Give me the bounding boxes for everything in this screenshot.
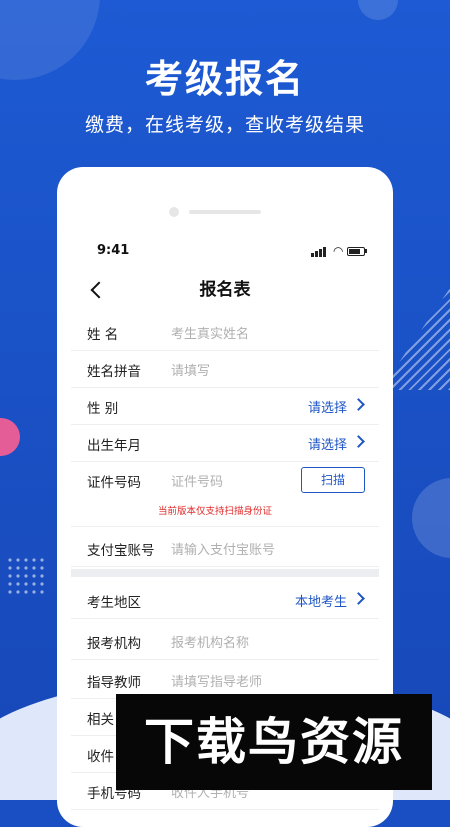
battery-icon <box>347 247 365 256</box>
field-label: 姓名拼音 <box>87 364 141 380</box>
org-input[interactable]: 报考机构名称 <box>171 632 249 651</box>
form-row-alipay[interactable]: 支付宝账号 请输入支付宝账号 <box>71 529 379 567</box>
chevron-right-icon[interactable] <box>352 398 365 411</box>
field-label: 证件号码 <box>87 475 141 491</box>
page-title: 报名表 <box>199 280 251 300</box>
region-select[interactable]: 本地考生 <box>295 591 347 610</box>
camera-dot <box>169 207 179 217</box>
form-row-name[interactable]: 姓 名 考生真实姓名 <box>71 313 379 351</box>
wifi-icon: ◠ <box>333 244 344 258</box>
form-row-gender[interactable]: 性 别 请选择 <box>71 387 379 425</box>
field-label: 指导教师 <box>87 675 141 691</box>
field-label: 支付宝账号 <box>87 543 155 559</box>
decor-pink-dot <box>0 418 20 456</box>
field-label: 考生地区 <box>87 595 141 611</box>
status-icons: ◠ <box>311 245 367 257</box>
gender-select[interactable]: 请选择 <box>308 397 347 416</box>
status-time: 9:41 <box>97 243 130 258</box>
signal-icon <box>311 253 314 257</box>
decor-dot-grid <box>6 556 46 596</box>
field-label: 收件 <box>87 749 114 765</box>
id-scan-note: 当前版本仅支持扫描身份证 <box>158 506 273 517</box>
promo-title: 考级报名 <box>144 57 305 101</box>
field-label: 性 别 <box>87 401 119 417</box>
alipay-input[interactable]: 请输入支付宝账号 <box>171 539 275 558</box>
signal-icon <box>323 247 326 257</box>
form-row-pinyin[interactable]: 姓名拼音 请填写 <box>71 350 379 388</box>
field-label: 报考机构 <box>87 636 141 652</box>
form-row-region[interactable]: 考生地区 本地考生 <box>71 581 379 619</box>
field-label: 姓 名 <box>87 327 119 343</box>
decor-circle <box>412 478 450 558</box>
teacher-input[interactable]: 请填写指导老师 <box>171 671 262 690</box>
section-divider <box>71 569 379 577</box>
pinyin-input[interactable]: 请填写 <box>171 360 210 379</box>
scan-button[interactable]: 扫描 <box>301 467 365 493</box>
birth-select[interactable]: 请选择 <box>308 434 347 453</box>
battery-tip <box>365 249 367 253</box>
watermark-banner: 下载鸟资源 <box>116 694 432 790</box>
field-label: 出生年月 <box>87 438 141 454</box>
speaker-bar <box>189 210 261 214</box>
promo-subtitle: 缴费，在线考级，查收考级结果 <box>84 114 365 136</box>
chevron-right-icon[interactable] <box>352 592 365 605</box>
field-label: 相关 <box>87 712 114 728</box>
form-row-org[interactable]: 报考机构 报考机构名称 <box>71 622 379 660</box>
signal-icon <box>319 249 322 257</box>
form-row-id[interactable]: 证件号码 证件号码 扫描 <box>71 461 379 527</box>
decor-circle <box>358 0 398 20</box>
id-input[interactable]: 证件号码 <box>171 471 223 490</box>
signal-icon <box>315 251 318 257</box>
name-input[interactable]: 考生真实姓名 <box>171 323 249 342</box>
chevron-right-icon[interactable] <box>352 435 365 448</box>
form-row-birth[interactable]: 出生年月 请选择 <box>71 424 379 462</box>
